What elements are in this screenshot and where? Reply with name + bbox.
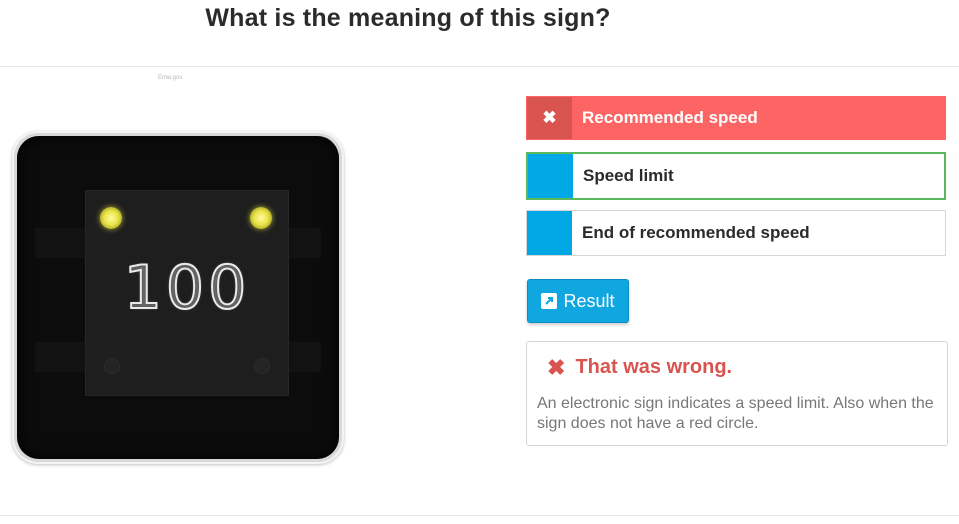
answer-label: Speed limit: [583, 166, 674, 185]
question-title: What is the meaning of this sign?: [205, 4, 611, 32]
flashing-lamp-icon: [250, 207, 272, 229]
sign-housing: 100: [17, 136, 339, 459]
answer-recommended-speed[interactable]: ✖ Recommended speed: [526, 96, 946, 140]
answer-end-of-recommended-speed[interactable]: End of recommended speed: [526, 210, 946, 256]
feedback-heading: That was wrong.: [575, 356, 733, 378]
bottom-divider: [0, 515, 959, 516]
traffic-sign-image: 100: [12, 131, 344, 464]
top-divider: [0, 66, 959, 67]
result-button-label: Result: [563, 290, 615, 311]
feedback-heading-row: ✖ That was wrong.: [547, 356, 732, 379]
lamp-off-icon: [105, 359, 119, 373]
feedback-explanation: An electronic sign indicates a speed lim…: [537, 395, 934, 432]
wrong-x-icon: ✖: [527, 97, 572, 139]
answer-marker: [527, 211, 572, 255]
feedback-panel: ✖ That was wrong. An electronic sign ind…: [526, 341, 948, 446]
answer-label: Recommended speed: [582, 108, 758, 127]
external-link-icon: [541, 293, 558, 309]
sign-display-panel: 100: [86, 191, 288, 395]
flashing-lamp-icon: [100, 207, 122, 229]
answer-marker: [528, 154, 573, 198]
answer-label: End of recommended speed: [582, 223, 810, 242]
speed-value: 100: [123, 252, 251, 324]
lamp-off-icon: [255, 359, 269, 373]
wrong-x-icon: ✖: [547, 354, 566, 380]
answer-speed-limit[interactable]: Speed limit: [526, 152, 946, 200]
result-button[interactable]: Result: [527, 279, 629, 323]
image-credit: Emw.gov: [158, 75, 183, 81]
